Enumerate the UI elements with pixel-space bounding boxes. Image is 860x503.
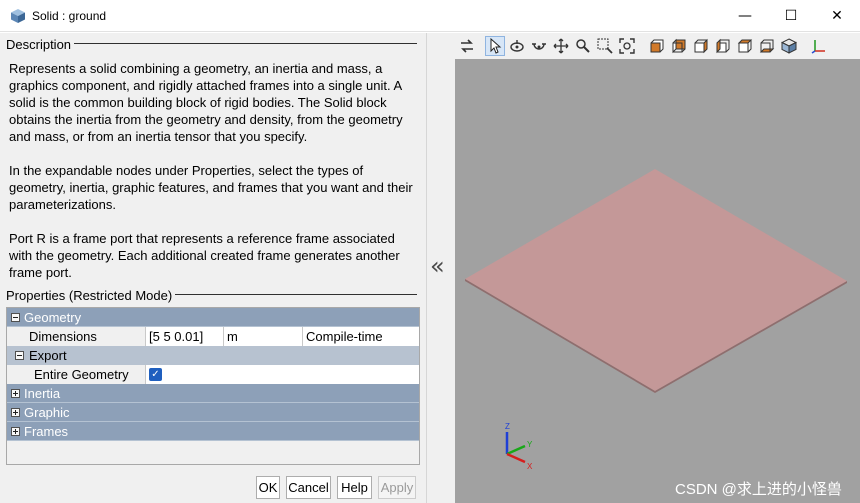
viewer-toolbar — [430, 33, 860, 59]
coordinate-triad: Z Y X — [505, 422, 533, 471]
collapse-icon[interactable] — [15, 351, 24, 360]
pan-icon[interactable] — [551, 36, 571, 56]
entire-geometry-label: Entire Geometry — [7, 365, 146, 384]
collapse-panel-icon[interactable]: « — [430, 252, 445, 280]
frame-axes-icon[interactable] — [809, 36, 829, 56]
isometric-view-icon[interactable] — [779, 36, 799, 56]
minimize-button[interactable]: — — [722, 0, 768, 32]
expand-icon[interactable] — [11, 427, 20, 436]
geometry-label: Geometry — [24, 310, 82, 325]
triad-y-label: Y — [527, 440, 533, 449]
3d-viewport[interactable]: Z Y X — [455, 59, 860, 503]
tree-node-inertia[interactable]: Inertia — [7, 384, 419, 403]
tree-node-graphic[interactable]: Graphic — [7, 403, 419, 422]
help-button[interactable]: Help — [337, 476, 372, 499]
dimensions-row: Dimensions [5 5 0.01] m Compile-time — [7, 327, 419, 346]
export-label: Export — [29, 348, 67, 363]
entire-geometry-checkbox[interactable]: ✓ — [149, 368, 162, 381]
expand-icon[interactable] — [11, 389, 20, 398]
cancel-button[interactable]: Cancel — [286, 476, 331, 499]
right-view-icon[interactable] — [713, 36, 733, 56]
scene-canvas: Z Y X — [465, 169, 847, 471]
description-paragraph-3: Port R is a frame port that represents a… — [9, 231, 400, 280]
apply-button[interactable]: Apply — [378, 476, 416, 499]
collapse-icon[interactable] — [11, 313, 20, 322]
entire-geometry-row: Entire Geometry ✓ — [7, 365, 419, 384]
description-paragraph-1: Represents a solid combining a geometry,… — [9, 61, 403, 144]
triad-z-label: Z — [505, 422, 510, 431]
description-heading: Description — [6, 37, 75, 52]
select-pointer-icon[interactable] — [485, 36, 505, 56]
watermark-text: CSDN @求上进的小怪兽 — [675, 481, 842, 498]
minimize-icon: — — [738, 8, 752, 24]
close-button[interactable]: ✕ — [814, 0, 860, 32]
rotate-icon[interactable] — [507, 36, 527, 56]
description-text: Represents a solid combining a geometry,… — [9, 60, 421, 298]
expand-icon[interactable] — [11, 408, 20, 417]
block-parameters-panel: Description Represents a solid combining… — [0, 33, 426, 503]
triad-x-label: X — [527, 462, 533, 471]
properties-heading: Properties (Restricted Mode) — [6, 288, 176, 303]
window-title: Solid : ground — [32, 9, 107, 23]
frames-label: Frames — [24, 424, 69, 439]
inertia-label: Inertia — [24, 386, 61, 401]
title-bar: Solid : ground — ☐ ✕ — [0, 0, 860, 32]
roll-icon[interactable] — [529, 36, 549, 56]
zoom-box-icon[interactable] — [595, 36, 615, 56]
maximize-button[interactable]: ☐ — [768, 0, 814, 32]
ground-solid-plate — [465, 169, 847, 391]
properties-tree: Geometry Dimensions [5 5 0.01] m Compile… — [6, 307, 420, 465]
dimensions-mode-field[interactable]: Compile-time — [303, 327, 419, 346]
tree-node-frames[interactable]: Frames — [7, 422, 419, 441]
top-view-icon[interactable] — [735, 36, 755, 56]
close-icon: ✕ — [831, 8, 843, 24]
maximize-icon: ☐ — [784, 8, 798, 24]
dimensions-value-field[interactable]: [5 5 0.01] — [146, 327, 224, 346]
tree-node-geometry[interactable]: Geometry — [7, 308, 419, 327]
dimensions-label: Dimensions — [7, 327, 146, 346]
cube-app-icon — [11, 9, 25, 23]
back-view-icon[interactable] — [669, 36, 689, 56]
left-view-icon[interactable] — [691, 36, 711, 56]
description-paragraph-2: In the expandable nodes under Properties… — [9, 163, 413, 212]
swap-arrows-icon[interactable] — [457, 36, 477, 56]
bottom-view-icon[interactable] — [757, 36, 777, 56]
graphic-label: Graphic — [24, 405, 70, 420]
ok-button[interactable]: OK — [256, 476, 280, 499]
fit-view-icon[interactable] — [617, 36, 637, 56]
dimensions-unit-field[interactable]: m — [224, 327, 303, 346]
tree-node-export[interactable]: Export — [7, 346, 419, 365]
front-view-icon[interactable] — [647, 36, 667, 56]
zoom-icon[interactable] — [573, 36, 593, 56]
